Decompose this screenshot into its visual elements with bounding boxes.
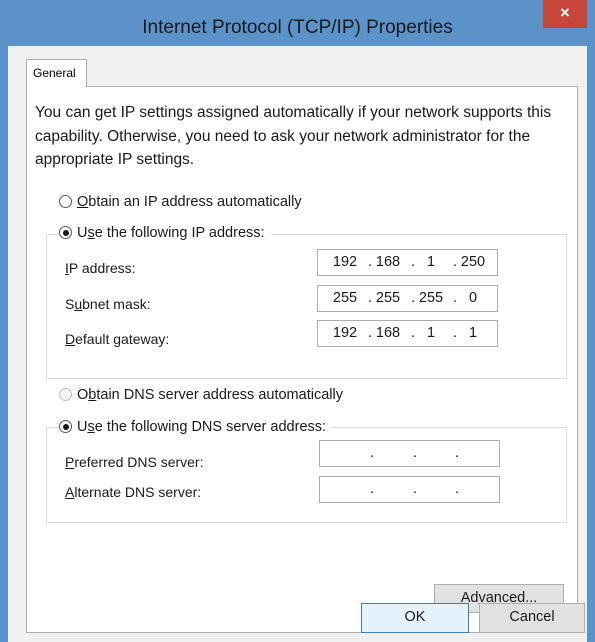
obtain-ip-auto-radio[interactable]: Obtain an IP address automatically xyxy=(59,192,308,212)
alternate-dns-input[interactable]: . . . xyxy=(319,476,500,503)
use-following-dns-radio-button[interactable] xyxy=(59,420,72,433)
default-gateway-octet-1[interactable]: 192 xyxy=(330,325,360,341)
general-tab-panel: You can get IP settings assigned automat… xyxy=(26,86,578,633)
cancel-button-label: Cancel xyxy=(509,609,555,625)
ip-address-octet-3[interactable]: 1 xyxy=(416,254,446,270)
subnet-mask-octet-1[interactable]: 255 xyxy=(330,290,360,306)
default-gateway-octet-2[interactable]: 168 xyxy=(373,325,403,341)
use-following-dns-label: Use the following DNS server address: xyxy=(77,419,327,435)
subnet-mask-octet-3[interactable]: 255 xyxy=(416,290,446,306)
preferred-dns-input[interactable]: . . . xyxy=(319,440,500,467)
ip-address-octet-1[interactable]: 192 xyxy=(330,254,360,270)
window-frame-left xyxy=(0,0,8,642)
subnet-mask-input[interactable]: 255 . 255 . 255 . 0 xyxy=(317,285,498,312)
subnet-mask-octet-2[interactable]: 255 xyxy=(373,290,403,306)
use-following-ip-radio[interactable]: Use the following IP address: xyxy=(59,223,271,243)
obtain-dns-auto-radio[interactable]: Obtain DNS server address automatically xyxy=(59,385,349,405)
default-gateway-input[interactable]: 192 . 168 . 1 . 1 xyxy=(317,320,498,347)
obtain-dns-auto-label: Obtain DNS server address automatically xyxy=(77,387,343,403)
ip-address-label: IP address: xyxy=(65,260,136,276)
close-button[interactable]: × xyxy=(543,0,587,28)
tcpip-properties-window: Internet Protocol (TCP/IP) Properties × … xyxy=(0,0,595,642)
cancel-button[interactable]: Cancel xyxy=(479,603,585,633)
dialog-body: General You can get IP settings assigned… xyxy=(8,46,587,642)
obtain-dns-auto-radio-button[interactable] xyxy=(59,388,72,401)
title-bar[interactable]: Internet Protocol (TCP/IP) Properties × xyxy=(0,0,595,46)
default-gateway-octet-3[interactable]: 1 xyxy=(416,325,446,341)
ok-button-label: OK xyxy=(404,609,426,625)
preferred-dns-label: Preferred DNS server: xyxy=(65,454,204,470)
alternate-dns-label: Alternate DNS server: xyxy=(65,484,202,500)
subnet-mask-label: Subnet mask: xyxy=(65,296,151,312)
ip-address-octet-2[interactable]: 168 xyxy=(373,254,403,270)
default-gateway-octet-4[interactable]: 1 xyxy=(458,325,488,341)
close-icon: × xyxy=(560,3,570,22)
subnet-mask-octet-4[interactable]: 0 xyxy=(458,290,488,306)
use-following-dns-radio[interactable]: Use the following DNS server address: xyxy=(59,417,333,437)
window-frame-right xyxy=(587,0,595,642)
tab-general[interactable]: General xyxy=(26,59,87,87)
tab-general-label: General xyxy=(33,66,76,80)
use-following-ip-radio-button[interactable] xyxy=(59,226,72,239)
description-text: You can get IP settings assigned automat… xyxy=(35,104,552,168)
use-following-ip-label: Use the following IP address: xyxy=(77,225,265,241)
ip-address-octet-4[interactable]: 250 xyxy=(458,254,488,270)
ok-button[interactable]: OK xyxy=(361,603,469,633)
default-gateway-label: Default gateway: xyxy=(65,331,170,347)
window-title: Internet Protocol (TCP/IP) Properties xyxy=(142,17,453,38)
ip-address-input[interactable]: 192 . 168 . 1 . 250 xyxy=(317,249,498,276)
obtain-ip-auto-label: Obtain an IP address automatically xyxy=(77,194,302,210)
obtain-ip-auto-radio-button[interactable] xyxy=(59,195,72,208)
